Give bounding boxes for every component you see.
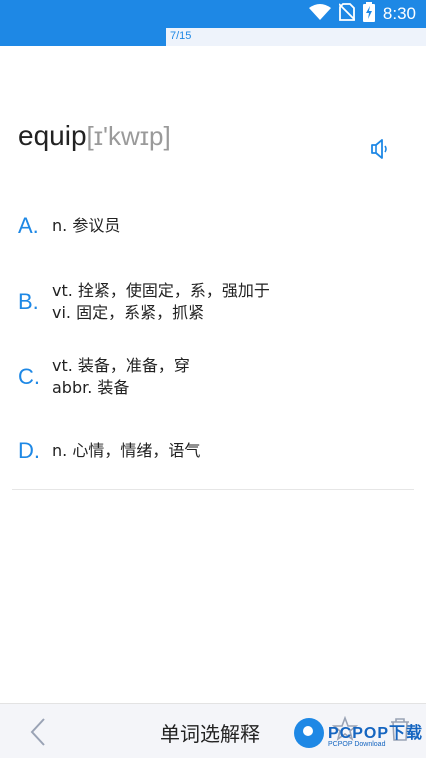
- option-letter: C.: [18, 364, 40, 389]
- watermark-sub: PCPOP Download: [328, 740, 386, 748]
- word-header: equip[ɪ'kwɪp]: [18, 120, 171, 152]
- option-d[interactable]: D. n. 心情，情绪，语气: [18, 438, 408, 464]
- option-a[interactable]: A. n. 参议员: [18, 213, 408, 239]
- option-line: vt. 拴紧，使固定，系，强加于: [52, 281, 270, 300]
- progress-text: 7/15: [170, 30, 192, 42]
- progress-fill: [0, 28, 167, 46]
- pcpop-logo-icon: [294, 718, 324, 748]
- word-text: equip: [18, 120, 87, 151]
- chevron-left-icon: [24, 718, 52, 752]
- wifi-icon: [308, 4, 331, 24]
- option-line: n. 参议员: [52, 216, 121, 235]
- no-sim-icon: [338, 3, 356, 25]
- word-phonetic: [ɪ'kwɪp]: [86, 121, 171, 151]
- option-letter: D.: [18, 438, 40, 463]
- progress-bar: 7/15: [0, 28, 426, 46]
- option-text: vt. 拴紧，使固定，系，强加于 vi. 固定，系紧，抓紧: [52, 280, 270, 324]
- option-b[interactable]: B. vt. 拴紧，使固定，系，强加于 vi. 固定，系紧，抓紧: [18, 280, 408, 324]
- pronounce-button[interactable]: [367, 136, 393, 162]
- watermark-text: PCPOP下载 PCPOP Download: [328, 719, 423, 748]
- option-text: n. 参议员: [52, 215, 120, 237]
- option-c[interactable]: C. vt. 装备，准备，穿 abbr. 装备: [18, 355, 408, 399]
- watermark-main: PCPOP下载: [328, 724, 424, 742]
- option-line: vt. 装备，准备，穿: [52, 356, 190, 375]
- battery-charging-icon: [362, 2, 375, 26]
- option-letter: A.: [18, 213, 39, 238]
- status-bar: 8:30: [0, 0, 426, 28]
- option-text: vt. 装备，准备，穿 abbr. 装备: [52, 355, 190, 399]
- page-title: 单词选解释: [160, 722, 260, 746]
- watermark: PCPOP下载 PCPOP Download: [294, 716, 423, 750]
- back-button[interactable]: [24, 716, 52, 748]
- option-line: vi. 固定，系紧，抓紧: [52, 303, 205, 322]
- divider: [12, 489, 414, 490]
- status-time: 8:30: [382, 4, 416, 23]
- status-icons: 8:30: [308, 2, 416, 26]
- option-text: n. 心情，情绪，语气: [52, 440, 200, 462]
- option-line: n. 心情，情绪，语气: [52, 441, 201, 460]
- option-letter: B.: [18, 289, 39, 314]
- speaker-icon: [367, 139, 393, 166]
- option-line: abbr. 装备: [52, 378, 130, 397]
